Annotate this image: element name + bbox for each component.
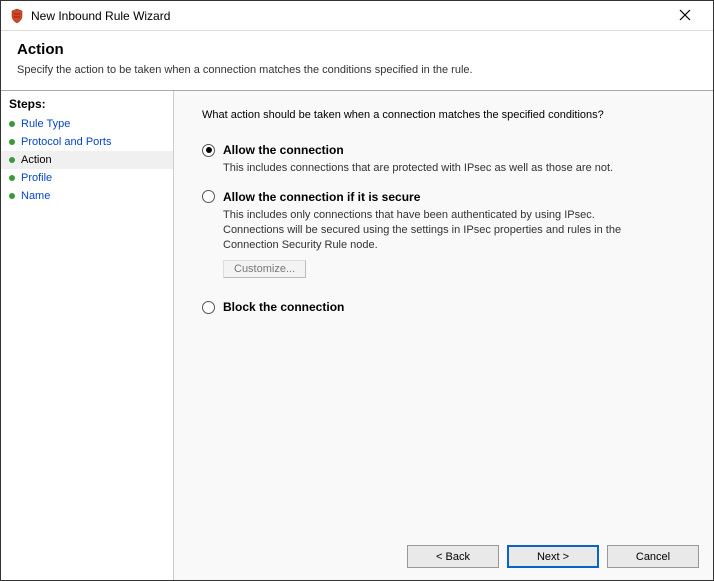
option-allow-secure: Allow the connection if it is secure Thi… xyxy=(202,190,691,279)
step-label: Name xyxy=(21,190,50,202)
option-allow-secure-title: Allow the connection if it is secure xyxy=(223,190,420,204)
page-title: Action xyxy=(17,41,697,58)
step-bullet-icon xyxy=(9,139,15,145)
step-action[interactable]: Action xyxy=(1,151,173,169)
step-bullet-icon xyxy=(9,121,15,127)
step-label: Protocol and Ports xyxy=(21,136,112,148)
step-protocol-and-ports[interactable]: Protocol and Ports xyxy=(1,133,173,151)
option-allow: Allow the connection This includes conne… xyxy=(202,143,691,176)
next-button[interactable]: Next > xyxy=(507,545,599,568)
step-bullet-icon xyxy=(9,193,15,199)
step-rule-type[interactable]: Rule Type xyxy=(1,115,173,133)
option-allow-secure-desc: This includes only connections that have… xyxy=(223,208,653,253)
content-pane: What action should be taken when a conne… xyxy=(173,91,713,580)
cancel-button[interactable]: Cancel xyxy=(607,545,699,568)
step-bullet-icon xyxy=(9,175,15,181)
option-allow-title: Allow the connection xyxy=(223,143,344,157)
step-name[interactable]: Name xyxy=(1,187,173,205)
option-block-title: Block the connection xyxy=(223,300,344,314)
customize-button: Customize... xyxy=(223,260,306,278)
window-title: New Inbound Rule Wizard xyxy=(31,9,665,23)
action-prompt: What action should be taken when a conne… xyxy=(202,109,691,121)
step-bullet-icon xyxy=(9,157,15,163)
wizard-window: New Inbound Rule Wizard Action Specify t… xyxy=(0,0,714,581)
step-label: Rule Type xyxy=(21,118,70,130)
steps-heading: Steps: xyxy=(1,95,173,115)
radio-block[interactable] xyxy=(202,301,215,314)
content-inner: What action should be taken when a conne… xyxy=(174,91,713,535)
radio-allow-secure[interactable] xyxy=(202,190,215,203)
steps-sidebar: Steps: Rule Type Protocol and Ports Acti… xyxy=(1,91,173,580)
close-button[interactable] xyxy=(665,8,705,24)
page-description: Specify the action to be taken when a co… xyxy=(17,64,697,76)
wizard-footer: < Back Next > Cancel xyxy=(174,535,713,580)
wizard-body: Steps: Rule Type Protocol and Ports Acti… xyxy=(1,90,713,580)
wizard-header: Action Specify the action to be taken wh… xyxy=(1,31,713,90)
option-block: Block the connection xyxy=(202,300,691,314)
step-profile[interactable]: Profile xyxy=(1,169,173,187)
firewall-icon xyxy=(9,8,25,24)
back-button[interactable]: < Back xyxy=(407,545,499,568)
step-label: Action xyxy=(21,154,52,166)
option-allow-desc: This includes connections that are prote… xyxy=(223,161,653,176)
titlebar: New Inbound Rule Wizard xyxy=(1,1,713,31)
radio-allow[interactable] xyxy=(202,144,215,157)
step-label: Profile xyxy=(21,172,52,184)
